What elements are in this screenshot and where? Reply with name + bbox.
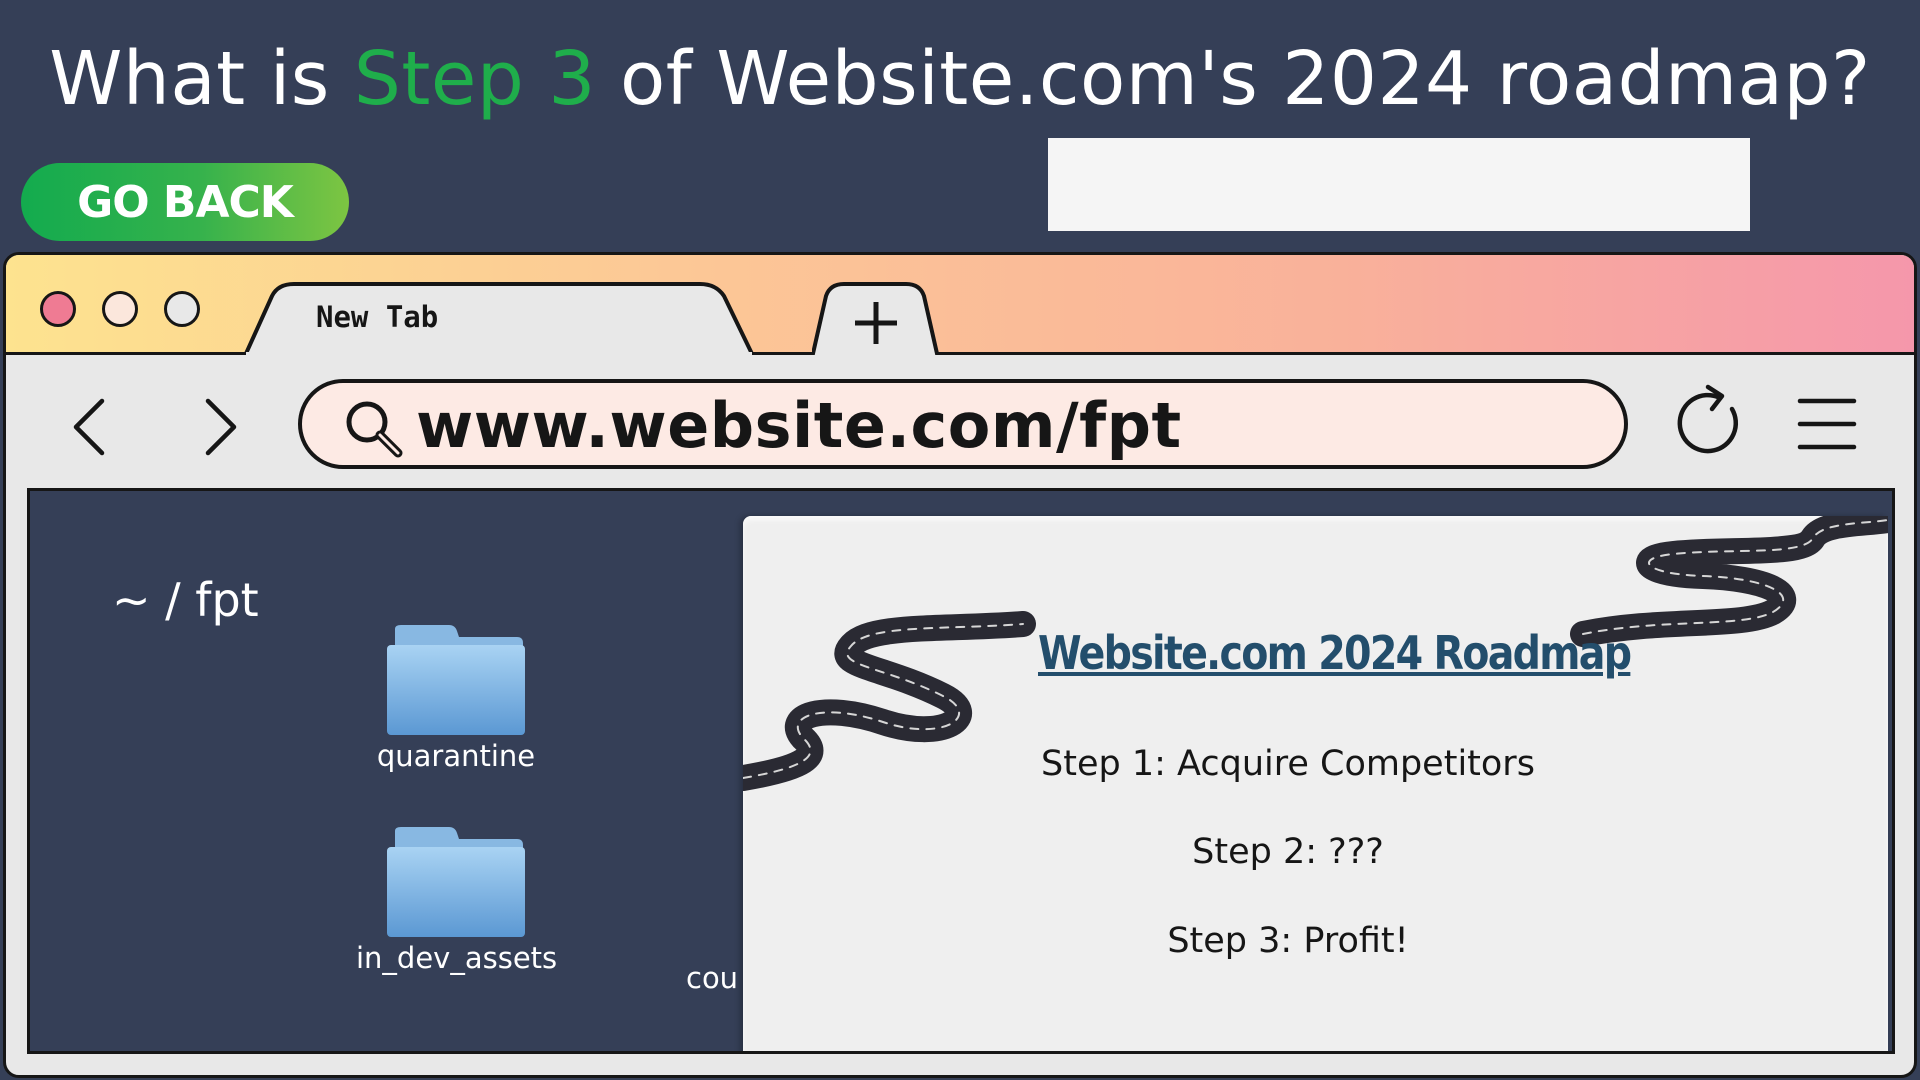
forward-arrow-icon[interactable]: [188, 395, 248, 459]
browser-window: New Tab www.website.com/fpt ~ / fpt quar…: [3, 252, 1917, 1078]
window-maximize-dot[interactable]: [164, 291, 200, 327]
folder-icon: [387, 625, 525, 735]
folder-label: in_dev_assets: [356, 941, 558, 975]
roadmap-step-2: Step 2: ???: [1192, 832, 1384, 872]
road-illustration: [743, 516, 1888, 791]
search-icon: [346, 401, 403, 458]
address-bar[interactable]: www.website.com/fpt: [298, 379, 1628, 469]
hamburger-menu-icon[interactable]: [1796, 395, 1858, 453]
folder-in-dev-assets[interactable]: in_dev_assets: [356, 827, 558, 975]
partial-folder-label: cou: [686, 961, 739, 995]
roadmap-step-1: Step 1: Acquire Competitors: [1041, 744, 1535, 784]
url-text[interactable]: www.website.com/fpt: [416, 389, 1182, 462]
tab-new-tab[interactable]: New Tab: [244, 282, 754, 358]
folder-label: quarantine: [376, 739, 536, 773]
directory-path: ~ / fpt: [112, 573, 259, 627]
reload-icon[interactable]: [1672, 381, 1746, 461]
question-prefix: What is: [49, 36, 354, 122]
question-highlight: Step 3: [353, 36, 596, 122]
roadmap-title[interactable]: Website.com 2024 Roadmap: [1038, 626, 1632, 680]
page-viewport: ~ / fpt quarantine in_dev_assets cou Web…: [27, 488, 1895, 1054]
browser-toolbar: www.website.com/fpt: [6, 355, 1914, 490]
back-arrow-icon[interactable]: [62, 395, 122, 459]
window-close-dot[interactable]: [40, 291, 76, 327]
roadmap-document: Website.com 2024 Roadmap Step 1: Acquire…: [743, 516, 1888, 1051]
roadmap-step-3: Step 3: Profit!: [1167, 921, 1409, 961]
tab-label: New Tab: [316, 300, 439, 334]
window-minimize-dot[interactable]: [102, 291, 138, 327]
question-heading: What is Step 3 of Website.com's 2024 roa…: [0, 36, 1920, 122]
tab-bar: New Tab: [6, 255, 1914, 358]
answer-box[interactable]: [1048, 138, 1750, 231]
new-tab-button[interactable]: [812, 282, 942, 358]
question-suffix: of Website.com's 2024 roadmap?: [595, 36, 1871, 122]
folder-quarantine[interactable]: quarantine: [356, 625, 556, 773]
folder-icon: [387, 827, 525, 937]
go-back-button[interactable]: GO BACK: [21, 163, 349, 241]
